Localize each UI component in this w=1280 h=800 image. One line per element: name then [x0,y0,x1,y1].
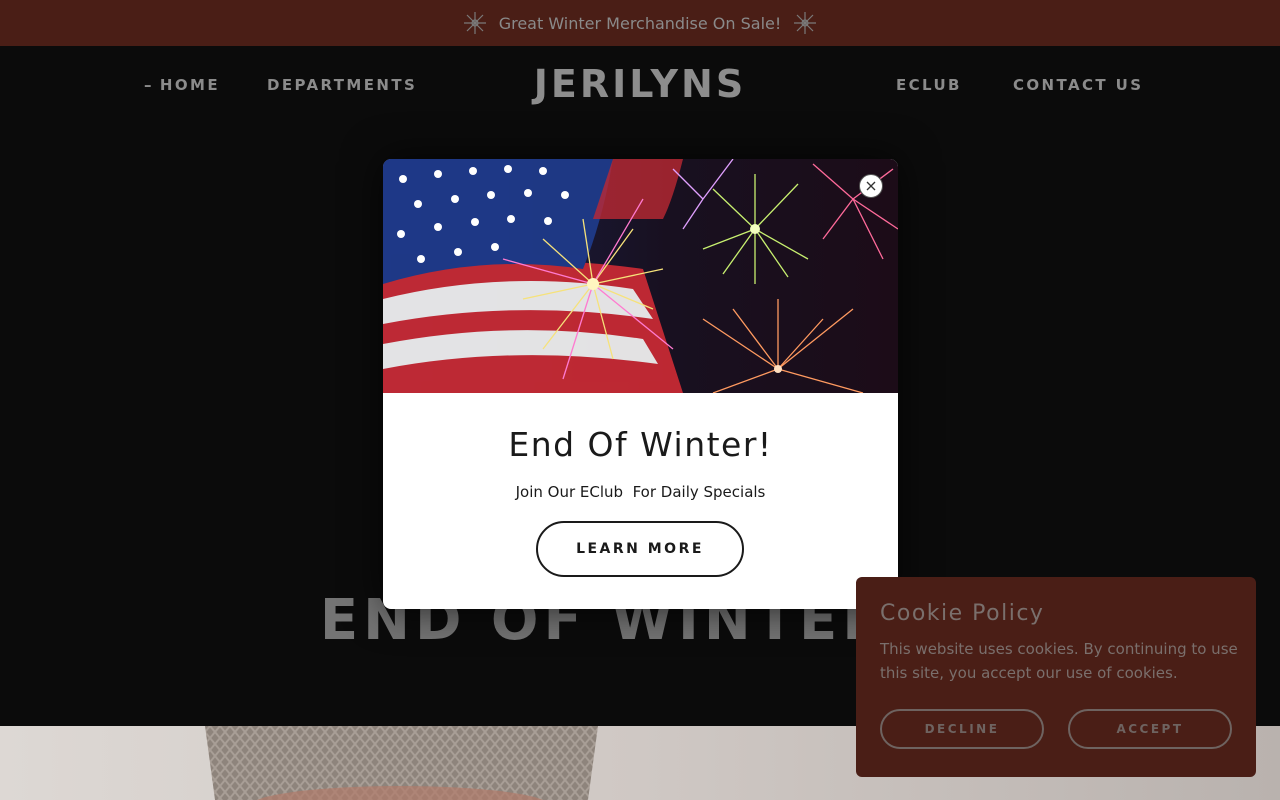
cookie-banner: Cookie Policy This website uses cookies.… [856,577,1256,777]
accept-button[interactable]: ACCEPT [1068,709,1232,749]
site-header: – HOME DEPARTMENTS JERILYNS ECLUB CONTACT… [0,46,1280,126]
snowflake-icon [463,12,486,34]
close-button[interactable] [859,174,883,198]
learn-more-button[interactable]: LEARN MORE [536,521,744,577]
flag-fireworks-image [383,159,898,393]
nav-eclub[interactable]: ECLUB [896,76,962,94]
promo-modal: End Of Winter! Join Our EClub For Daily … [383,159,898,609]
modal-subtitle: Join Our EClub For Daily Specials [515,483,766,501]
decline-button[interactable]: DECLINE [880,709,1044,749]
close-icon [866,181,876,191]
announcement-bar: Great Winter Merchandise On Sale! [0,0,1280,46]
snowflake-icon [794,12,817,34]
modal-title: End Of Winter! [508,425,773,464]
nav-contact-us[interactable]: CONTACT US [1013,76,1143,94]
announcement-text: Great Winter Merchandise On Sale! [498,13,782,33]
cookie-text: This website uses cookies. By continuing… [880,640,1238,682]
cookie-title: Cookie Policy [880,601,1045,626]
